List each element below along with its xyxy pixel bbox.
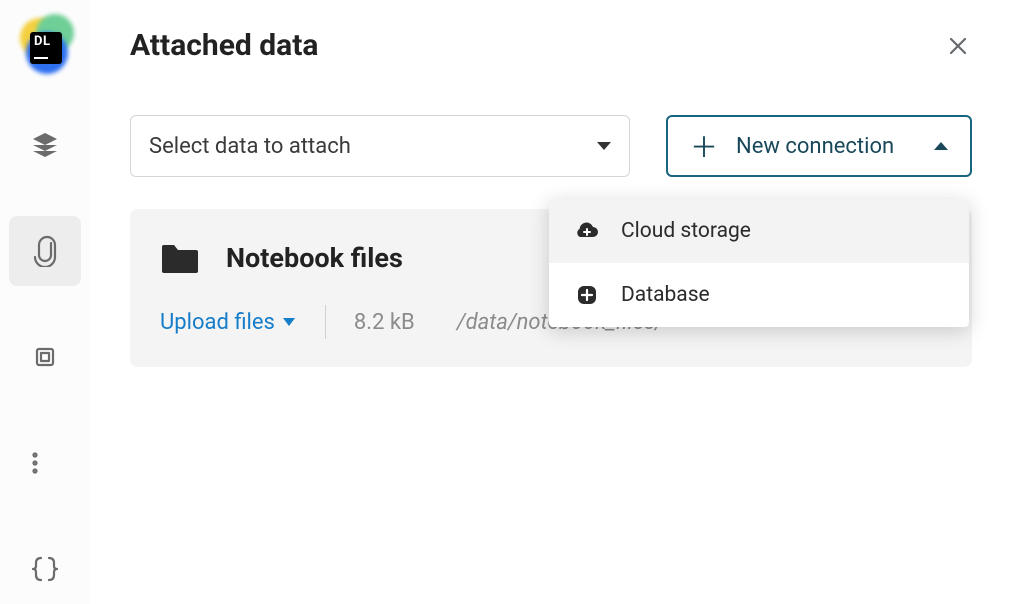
plus-icon: ＋ — [690, 126, 718, 166]
paperclip-icon — [29, 235, 61, 267]
close-button[interactable] — [944, 32, 972, 60]
dropdown-item-label: Database — [621, 283, 710, 307]
new-connection-dropdown: Cloud storage Database — [549, 199, 969, 327]
dropdown-item-database[interactable]: Database — [549, 263, 969, 327]
database-plus-icon — [573, 281, 601, 309]
layers-icon — [29, 129, 61, 161]
divider — [325, 305, 326, 339]
app-root: DL — [0, 0, 1010, 604]
dropdown-item-cloud-storage[interactable]: Cloud storage — [549, 199, 969, 263]
panel-header: Attached data — [130, 28, 972, 63]
chevron-up-icon — [934, 142, 948, 150]
upload-files-button[interactable]: Upload files — [160, 310, 325, 335]
sidebar-item-attached-data[interactable] — [9, 216, 81, 286]
new-connection-wrap: ＋ New connection Cloud storage — [666, 115, 972, 177]
new-connection-button[interactable]: ＋ New connection — [666, 115, 972, 177]
app-logo: DL — [16, 18, 74, 74]
toolbar: Select data to attach ＋ New connection — [130, 115, 972, 177]
select-placeholder: Select data to attach — [149, 134, 597, 159]
panel-title: Attached data — [130, 28, 318, 63]
dropdown-item-label: Cloud storage — [621, 219, 751, 243]
sidebar-item-layers[interactable] — [9, 110, 81, 180]
sidebar: DL — [0, 0, 90, 604]
sidebar-item-compute[interactable] — [9, 322, 81, 392]
chip-icon — [29, 341, 61, 373]
upload-label: Upload files — [160, 310, 275, 335]
list-icon — [29, 447, 61, 479]
chevron-down-icon — [283, 318, 295, 326]
main-panel: Attached data Select data to attach ＋ Ne… — [90, 0, 1010, 604]
braces-icon — [29, 553, 61, 585]
select-data-dropdown[interactable]: Select data to attach — [130, 115, 630, 177]
cloud-plus-icon — [573, 217, 601, 245]
logo-text: DL — [34, 34, 50, 49]
close-icon — [949, 37, 967, 55]
new-connection-label: New connection — [736, 134, 934, 159]
folder-icon — [160, 241, 200, 275]
sidebar-item-variables[interactable] — [9, 534, 81, 604]
chevron-down-icon — [597, 142, 611, 150]
files-size: 8.2 kB — [354, 310, 457, 335]
card-title: Notebook files — [226, 242, 403, 274]
sidebar-item-outline[interactable] — [9, 428, 81, 498]
